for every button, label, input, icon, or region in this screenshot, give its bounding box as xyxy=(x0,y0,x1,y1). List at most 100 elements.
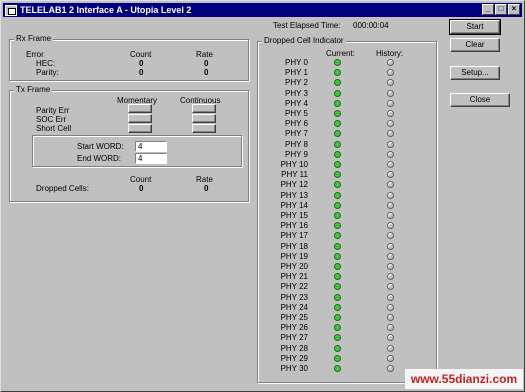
rx-hec-label: HEC: xyxy=(36,59,56,68)
current-led-icon xyxy=(334,334,341,342)
phy-row: PHY 2 xyxy=(258,78,438,88)
history-led-icon xyxy=(387,354,394,362)
phy-row: PHY 16 xyxy=(258,221,438,231)
phy-label: PHY 30 xyxy=(280,364,308,373)
phy-label: PHY 5 xyxy=(285,109,308,118)
close-button[interactable]: Close xyxy=(450,93,510,107)
phy-label: PHY 24 xyxy=(280,302,308,312)
phy-label: PHY 13 xyxy=(280,190,308,200)
history-led-icon xyxy=(387,99,394,107)
current-led-icon xyxy=(334,344,341,352)
history-led-icon xyxy=(387,242,394,250)
history-led-icon xyxy=(387,201,394,209)
phy-row: PHY 23 xyxy=(258,293,438,303)
soc-err-continuous-button[interactable] xyxy=(192,114,216,123)
phy-row: PHY 14 xyxy=(258,201,438,211)
current-led-icon xyxy=(334,365,341,372)
watermark: www.55dianzi.com xyxy=(405,369,523,389)
history-led-icon xyxy=(387,314,394,321)
history-led-icon xyxy=(387,334,394,342)
phy-row: PHY 27 xyxy=(258,333,438,343)
phy-row: PHY 10 xyxy=(258,160,438,170)
phy-row: PHY 24 xyxy=(258,303,438,313)
phy-label: PHY 7 xyxy=(285,129,308,139)
history-led-icon xyxy=(387,324,394,332)
current-led-icon xyxy=(334,130,341,138)
minimize-button[interactable]: _ xyxy=(482,4,494,15)
soc-err-momentary-button[interactable] xyxy=(128,114,152,123)
dropped-cell-indicator-group: Dropped Cell Indicator Current: History:… xyxy=(257,36,438,383)
current-led-icon xyxy=(334,99,341,107)
parity-err-continuous-button[interactable] xyxy=(192,104,216,113)
end-word-input[interactable]: 4 xyxy=(135,153,167,164)
short-cell-continuous-button[interactable] xyxy=(192,124,216,133)
phy-row: PHY 17 xyxy=(258,231,438,241)
start-button[interactable]: Start xyxy=(449,19,501,35)
phy-label: PHY 9 xyxy=(285,149,308,159)
rx-frame-title: Rx Frame xyxy=(14,34,54,43)
phy-label: PHY 11 xyxy=(281,170,308,180)
current-led-icon xyxy=(334,181,341,189)
phy-label: PHY 17 xyxy=(280,231,308,241)
phy-label: PHY 20 xyxy=(280,262,308,271)
history-led-icon xyxy=(387,212,394,219)
history-led-icon xyxy=(387,161,394,168)
phy-label: PHY 18 xyxy=(280,241,308,251)
close-window-button[interactable]: × xyxy=(508,4,520,15)
current-led-icon xyxy=(334,89,341,97)
app-window: TELELAB1 2 Interface A - Utopia Level 2 … xyxy=(0,0,525,392)
current-led-icon xyxy=(334,354,341,362)
phy-row: PHY 28 xyxy=(258,344,438,354)
start-word-label: Start WORD: xyxy=(77,142,124,151)
current-led-icon xyxy=(334,314,341,321)
current-led-icon xyxy=(334,191,341,199)
phy-label: PHY 29 xyxy=(280,353,308,363)
current-led-icon xyxy=(334,232,341,240)
history-led-icon xyxy=(387,222,394,230)
phy-label: PHY 3 xyxy=(285,88,308,98)
history-led-icon xyxy=(387,59,394,66)
phy-row: PHY 29 xyxy=(258,354,438,364)
setup-button[interactable]: Setup... xyxy=(450,66,500,80)
phy-label: PHY 21 xyxy=(280,272,308,282)
elapsed-time-label: Test Elapsed Time: xyxy=(273,21,341,30)
app-icon[interactable] xyxy=(5,4,17,16)
current-led-icon xyxy=(334,303,341,311)
phy-row: PHY 9 xyxy=(258,150,438,160)
maximize-button[interactable]: □ xyxy=(495,4,507,15)
phy-row: PHY 13 xyxy=(258,191,438,201)
title-bar[interactable]: TELELAB1 2 Interface A - Utopia Level 2 … xyxy=(3,3,522,17)
phy-label: PHY 19 xyxy=(280,251,308,261)
current-led-icon xyxy=(334,79,341,87)
phy-label: PHY 22 xyxy=(280,282,308,292)
phy-label: PHY 27 xyxy=(280,333,308,343)
phy-row: PHY 8 xyxy=(258,140,438,150)
history-led-icon xyxy=(387,89,394,97)
current-led-icon xyxy=(334,242,341,250)
history-led-icon xyxy=(387,150,394,158)
end-word-label: End WORD: xyxy=(77,154,122,163)
elapsed-time-value: 000:00:04 xyxy=(353,21,389,30)
history-led-icon xyxy=(387,191,394,199)
tx-count-header: Count xyxy=(130,175,152,184)
history-led-icon xyxy=(387,232,394,240)
current-led-icon xyxy=(334,222,341,230)
phy-row: PHY 18 xyxy=(258,242,438,252)
start-word-input[interactable]: 4 xyxy=(135,141,167,152)
rx-parity-count: 0 xyxy=(139,68,144,77)
current-led-icon xyxy=(334,252,341,260)
phy-label: PHY 1 xyxy=(285,68,308,78)
short-cell-momentary-button[interactable] xyxy=(128,124,152,133)
current-led-icon xyxy=(334,140,341,148)
phy-row: PHY 22 xyxy=(258,282,438,292)
clear-button[interactable]: Clear xyxy=(450,38,500,52)
phy-row: PHY 1 xyxy=(258,68,438,78)
phy-label: PHY 25 xyxy=(280,313,308,322)
rx-parity-label: Parity: xyxy=(36,68,59,77)
phy-label: PHY 10 xyxy=(280,160,308,169)
word-settings-box: Start WORD: 4 End WORD: 4 xyxy=(32,135,242,167)
phy-label: PHY 28 xyxy=(280,343,308,353)
tx-rate-header: Rate xyxy=(196,175,213,184)
tx-parity-err-label: Parity Err xyxy=(36,106,70,115)
parity-err-momentary-button[interactable] xyxy=(128,104,152,113)
